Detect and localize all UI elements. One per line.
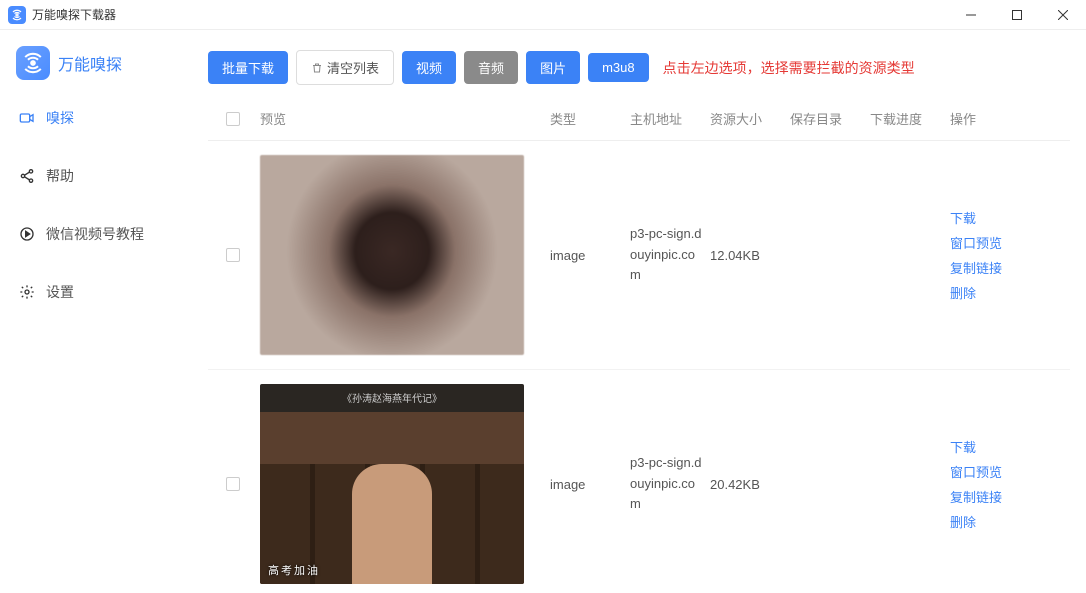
sidebar-item-label: 帮助	[46, 166, 74, 186]
filter-m3u8-button[interactable]: m3u8	[588, 53, 649, 82]
cell-type: image	[550, 477, 630, 492]
titlebar: 万能嗅探下载器	[0, 0, 1086, 30]
filter-audio-button[interactable]: 音频	[464, 51, 518, 84]
sidebar-item-sniff[interactable]: 嗅探	[0, 98, 180, 138]
trash-icon	[311, 62, 323, 74]
action-download[interactable]: 下载	[950, 208, 1010, 227]
sidebar-item-label: 微信视频号教程	[46, 224, 144, 244]
row-checkbox[interactable]	[226, 248, 240, 262]
thumbnail[interactable]	[260, 155, 524, 355]
action-preview-window[interactable]: 窗口预览	[950, 233, 1010, 252]
clear-list-button[interactable]: 清空列表	[296, 50, 394, 85]
cell-size: 20.42KB	[710, 477, 790, 492]
table-row: image p3-pc-sign.douyinpic.com 12.04KB 下…	[208, 141, 1070, 370]
sidebar-item-label: 嗅探	[46, 108, 74, 128]
sidebar: 万能嗅探 嗅探 帮助 微信视频号教程 设置	[0, 30, 180, 593]
action-preview-window[interactable]: 窗口预览	[950, 462, 1010, 481]
resource-table: 预览 类型 主机地址 资源大小 保存目录 下载进度 操作 image p3-pc…	[208, 103, 1070, 593]
thumbnail-subtitle: 高考加油	[268, 562, 320, 578]
minimize-button[interactable]	[948, 0, 994, 30]
cell-host: p3-pc-sign.douyinpic.com	[630, 453, 710, 515]
maximize-button[interactable]	[994, 0, 1040, 30]
filter-image-button[interactable]: 图片	[526, 51, 580, 84]
sidebar-item-settings[interactable]: 设置	[0, 272, 180, 312]
batch-download-button[interactable]: 批量下载	[208, 51, 288, 84]
table-row: 《孙涛赵海燕年代记》 高考加油 image p3-pc-sign.douyinp…	[208, 370, 1070, 593]
cell-type: image	[550, 248, 630, 263]
brand: 万能嗅探	[0, 42, 180, 98]
action-download[interactable]: 下载	[950, 437, 1010, 456]
action-delete[interactable]: 删除	[950, 512, 1010, 531]
cell-size: 12.04KB	[710, 248, 790, 263]
toolbar: 批量下载 清空列表 视频 音频 图片 m3u8 点击左边选项，选择需要拦截的资源…	[208, 50, 1070, 85]
column-progress: 下载进度	[870, 109, 950, 128]
column-host: 主机地址	[630, 109, 710, 128]
action-copy-link[interactable]: 复制链接	[950, 258, 1010, 277]
column-type: 类型	[550, 109, 630, 128]
play-circle-icon	[18, 225, 36, 243]
brand-icon	[16, 46, 50, 80]
select-all-checkbox[interactable]	[226, 112, 240, 126]
sidebar-item-wechat-tutorial[interactable]: 微信视频号教程	[0, 214, 180, 254]
main-content: 批量下载 清空列表 视频 音频 图片 m3u8 点击左边选项，选择需要拦截的资源…	[180, 30, 1086, 593]
toolbar-hint: 点击左边选项，选择需要拦截的资源类型	[663, 58, 915, 78]
camera-icon	[18, 109, 36, 127]
action-copy-link[interactable]: 复制链接	[950, 487, 1010, 506]
table-header: 预览 类型 主机地址 资源大小 保存目录 下载进度 操作	[208, 103, 1070, 141]
filter-video-button[interactable]: 视频	[402, 51, 456, 84]
column-dir: 保存目录	[790, 109, 870, 128]
brand-name: 万能嗅探	[58, 51, 122, 75]
column-size: 资源大小	[710, 109, 790, 128]
window-title: 万能嗅探下载器	[32, 6, 948, 23]
sidebar-item-label: 设置	[46, 282, 74, 302]
row-checkbox[interactable]	[226, 477, 240, 491]
share-icon	[18, 167, 36, 185]
action-delete[interactable]: 删除	[950, 283, 1010, 302]
sidebar-item-help[interactable]: 帮助	[0, 156, 180, 196]
gear-icon	[18, 283, 36, 301]
thumbnail[interactable]: 《孙涛赵海燕年代记》 高考加油	[260, 384, 524, 584]
close-button[interactable]	[1040, 0, 1086, 30]
column-action: 操作	[950, 109, 1010, 128]
thumbnail-top-caption: 《孙涛赵海燕年代记》	[260, 390, 524, 405]
app-icon	[8, 6, 26, 24]
column-preview: 预览	[258, 109, 550, 128]
cell-host: p3-pc-sign.douyinpic.com	[630, 224, 710, 286]
